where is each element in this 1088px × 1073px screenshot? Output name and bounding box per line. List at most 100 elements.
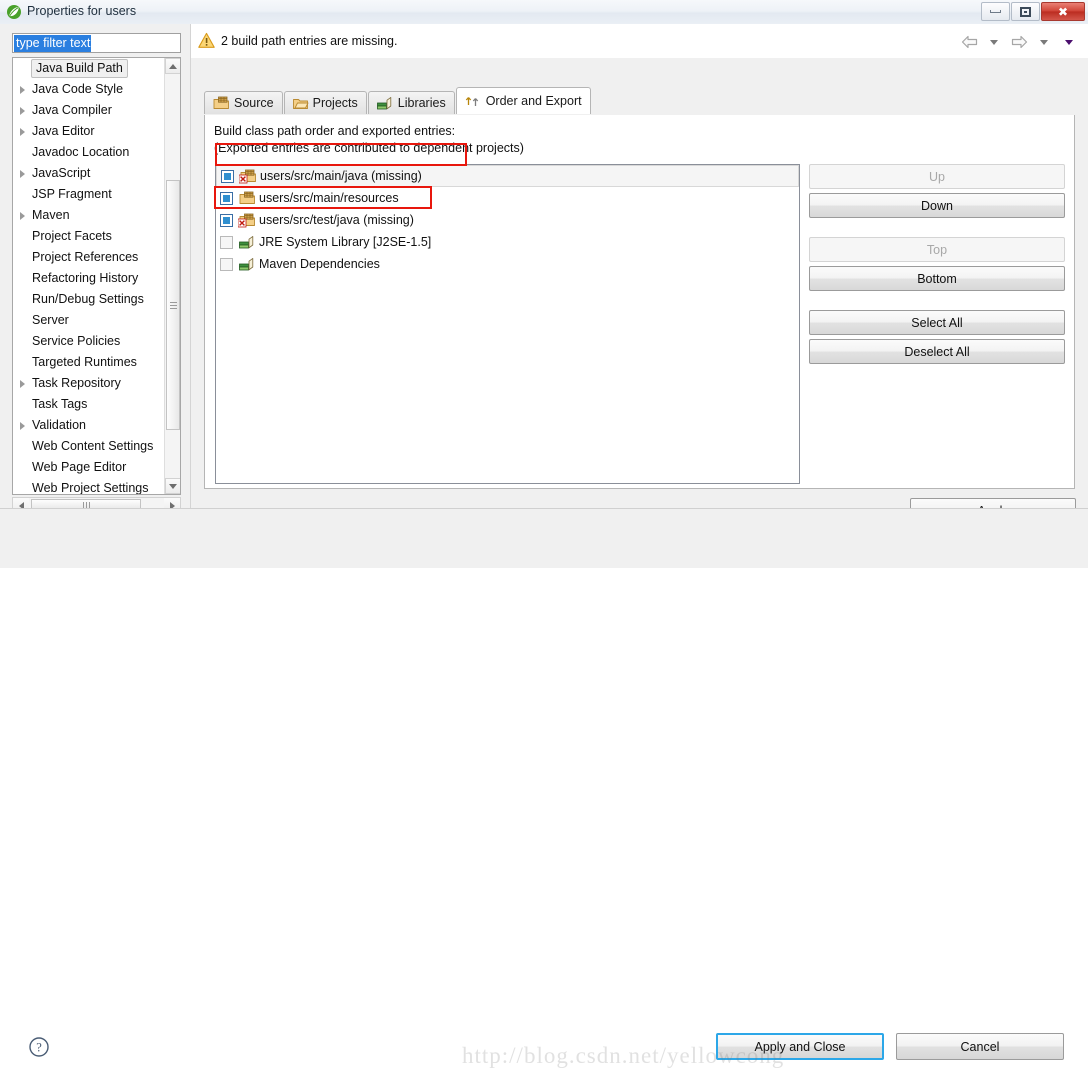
sidebar-item-web-content-settings[interactable]: Web Content Settings	[13, 436, 165, 457]
expand-arrow-icon[interactable]	[13, 169, 31, 178]
sidebar-item-project-references[interactable]: Project References	[13, 247, 165, 268]
button-spacer	[809, 291, 1065, 310]
forward-dropdown-icon[interactable]	[1033, 33, 1055, 51]
sidebar-item-javadoc-location[interactable]: Javadoc Location	[13, 142, 165, 163]
expand-arrow-icon[interactable]	[13, 106, 31, 115]
settings-tree[interactable]: Java Build Path Java Code Style Java Compi…	[12, 57, 181, 495]
navigation-controls	[958, 33, 1080, 51]
button-label: Deselect All	[904, 344, 970, 359]
classpath-entry-list[interactable]: users/src/main/java (missing) users/src/m…	[215, 164, 800, 484]
settings-tree-pane: type filter text Java Build Path Java Cod…	[7, 28, 188, 520]
sidebar-item-jsp-fragment[interactable]: JSP Fragment	[13, 184, 165, 205]
expand-arrow-icon[interactable]	[13, 421, 31, 430]
sidebar-item-targeted-runtimes[interactable]: Targeted Runtimes	[13, 352, 165, 373]
classpath-entry-label: JRE System Library [J2SE-1.5]	[259, 235, 432, 249]
sidebar-item-web-page-editor[interactable]: Web Page Editor	[13, 457, 165, 478]
sidebar-item-label: Java Compiler	[32, 103, 112, 117]
tab-content-area: Source Projects Libraries Order and Export …	[191, 58, 1088, 521]
forward-arrow-icon[interactable]	[1008, 33, 1030, 51]
sidebar-item-javascript[interactable]: JavaScript	[13, 163, 165, 184]
sidebar-item-label: Run/Debug Settings	[32, 292, 144, 306]
message-bar: 2 build path entries are missing.	[191, 24, 1088, 58]
sidebar-item-label: Project References	[32, 250, 139, 264]
sidebar-item-refactoring-history[interactable]: Refactoring History	[13, 268, 165, 289]
source-folder-icon	[238, 190, 256, 206]
tab-libraries[interactable]: Libraries	[367, 91, 455, 114]
back-dropdown-icon[interactable]	[983, 33, 1005, 51]
back-arrow-icon[interactable]	[958, 33, 980, 51]
expand-arrow-icon[interactable]	[13, 211, 31, 220]
panel-description-line1: Build class path order and exported entr…	[214, 124, 456, 138]
button-label: Up	[929, 169, 945, 184]
tab-projects[interactable]: Projects	[283, 91, 367, 114]
filter-input[interactable]: type filter text	[12, 33, 181, 53]
view-menu-icon[interactable]	[1058, 33, 1080, 51]
sidebar-item-task-tags[interactable]: Task Tags	[13, 394, 165, 415]
down-button[interactable]: Down	[809, 193, 1065, 218]
entry-export-checkbox[interactable]	[220, 191, 233, 205]
entry-export-checkbox[interactable]	[220, 235, 233, 249]
sidebar-item-java-code-style[interactable]: Java Code Style	[13, 79, 165, 100]
sidebar-item-label: Validation	[32, 418, 86, 432]
sidebar-item-java-compiler[interactable]: Java Compiler	[13, 100, 165, 121]
sidebar-item-java-build-path[interactable]: Java Build Path	[13, 58, 165, 79]
deselect-all-button[interactable]: Deselect All	[809, 339, 1065, 364]
projects-icon	[292, 96, 309, 111]
source-folder-missing-icon	[238, 168, 257, 184]
sidebar-item-web-project-settings[interactable]: Web Project Settings	[13, 478, 165, 494]
close-button[interactable]: ✖	[1041, 2, 1085, 21]
library-icon	[238, 234, 256, 250]
properties-dialog: Properties for users ✖ type filter text …	[0, 0, 1088, 1068]
source-folder-missing-icon	[237, 212, 256, 228]
tab-source[interactable]: Source	[204, 91, 283, 114]
tree-scroll-thumb[interactable]	[166, 180, 180, 430]
classpath-entry-label: Maven Dependencies	[259, 257, 380, 271]
svg-text:?: ?	[36, 1041, 42, 1055]
sidebar-item-java-editor[interactable]: Java Editor	[13, 121, 165, 142]
order-and-export-panel: Build class path order and exported entr…	[204, 115, 1075, 489]
select-all-button[interactable]: Select All	[809, 310, 1065, 335]
sidebar-item-service-policies[interactable]: Service Policies	[13, 331, 165, 352]
entry-export-checkbox[interactable]	[220, 257, 233, 271]
sidebar-item-run-debug-settings[interactable]: Run/Debug Settings	[13, 289, 165, 310]
classpath-entry-row[interactable]: users/src/main/resources	[216, 187, 799, 209]
button-label: Select All	[911, 315, 963, 330]
sidebar-item-maven[interactable]: Maven	[13, 205, 165, 226]
sidebar-item-label: Server	[32, 313, 69, 327]
sidebar-item-task-repository[interactable]: Task Repository	[13, 373, 165, 394]
entry-export-checkbox[interactable]	[220, 213, 233, 227]
expand-arrow-icon[interactable]	[13, 127, 31, 136]
classpath-entry-row[interactable]: users/src/main/java (missing)	[216, 165, 799, 187]
sidebar-item-label: Targeted Runtimes	[32, 355, 137, 369]
help-icon[interactable]: ?	[28, 1036, 50, 1058]
classpath-entry-row[interactable]: users/src/test/java (missing)	[216, 209, 799, 231]
minimize-button[interactable]	[981, 2, 1010, 21]
expand-arrow-icon[interactable]	[13, 379, 31, 388]
sidebar-item-validation[interactable]: Validation	[13, 415, 165, 436]
scroll-up-button[interactable]	[165, 58, 180, 74]
bottom-button[interactable]: Bottom	[809, 266, 1065, 291]
sidebar-item-label: Refactoring History	[32, 271, 139, 285]
classpath-entry-row[interactable]: Maven Dependencies	[216, 253, 799, 275]
tab-label: Source	[234, 96, 274, 110]
sidebar-item-label: Javadoc Location	[32, 145, 130, 159]
entry-export-checkbox[interactable]	[221, 169, 234, 183]
message-text: 2 build path entries are missing.	[221, 34, 398, 48]
source-folder-icon	[212, 95, 230, 111]
dialog-body: type filter text Java Build Path Java Cod…	[0, 24, 1088, 568]
warning-icon	[198, 32, 215, 49]
restore-button[interactable]	[1011, 2, 1040, 21]
tree-vertical-scrollbar[interactable]	[164, 58, 180, 494]
expand-arrow-icon[interactable]	[13, 85, 31, 94]
build-path-tabs: Source Projects Libraries Order and Export	[204, 87, 592, 114]
library-icon	[238, 256, 256, 272]
window-controls: ✖	[980, 2, 1085, 21]
libraries-icon	[376, 95, 394, 111]
sidebar-item-project-facets[interactable]: Project Facets	[13, 226, 165, 247]
scroll-down-button[interactable]	[165, 478, 180, 494]
sidebar-item-label: JSP Fragment	[32, 187, 112, 201]
sidebar-item-server[interactable]: Server	[13, 310, 165, 331]
watermark-text: http://blog.csdn.net/yellowcong	[462, 1043, 785, 1068]
tab-order-and-export[interactable]: Order and Export	[455, 87, 591, 114]
classpath-entry-row[interactable]: JRE System Library [J2SE-1.5]	[216, 231, 799, 253]
